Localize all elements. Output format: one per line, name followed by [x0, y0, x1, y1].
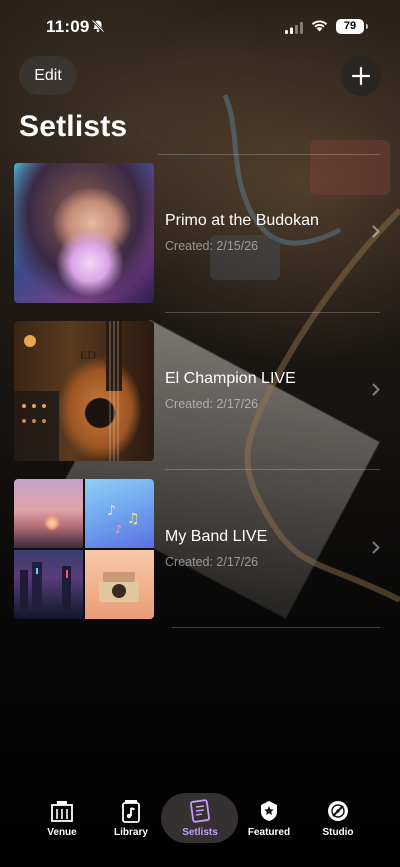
status-bar: 11:09 79 — [0, 0, 400, 50]
collage-tile-city-night — [14, 550, 83, 619]
divider — [165, 469, 380, 470]
svg-text:♪: ♪ — [115, 523, 122, 536]
divider — [165, 312, 380, 313]
tab-label: Library — [114, 827, 148, 838]
status-time: 11:09 — [46, 17, 90, 36]
setlist-row[interactable]: ♪ ♫ ♪ My Band LIVE Created: 2/17/26 — [14, 479, 386, 619]
tab-studio[interactable]: Studio — [303, 799, 373, 839]
chevron-right-icon — [372, 383, 380, 396]
setlist-row[interactable]: ED El Champion LIVE Created: 2/17/26 — [14, 321, 386, 461]
setlist-title: El Champion LIVE — [165, 370, 296, 387]
tab-label: Venue — [47, 827, 77, 838]
tab-library[interactable]: Library — [96, 799, 166, 839]
venue-building-icon — [51, 801, 73, 822]
setlists-document-icon — [190, 799, 210, 823]
tab-label: Studio — [322, 827, 354, 838]
collage-tile-sunset — [14, 479, 83, 548]
tab-setlists[interactable]: Setlists — [165, 799, 235, 839]
setlist-created: Created: 2/15/26 — [165, 239, 259, 253]
page-title: Setlists — [19, 110, 128, 143]
chevron-right-icon — [372, 541, 380, 554]
library-music-note-icon — [122, 800, 140, 823]
setlist-created: Created: 2/17/26 — [165, 397, 259, 411]
setlist-title: Primo at the Budokan — [165, 212, 319, 229]
battery-icon: 79 — [336, 19, 364, 34]
svg-text:ED: ED — [80, 348, 96, 362]
setlist-artwork-collage: ♪ ♫ ♪ — [14, 479, 154, 619]
setlist-artwork-image — [14, 163, 154, 303]
wifi-icon — [311, 19, 328, 37]
divider — [158, 154, 380, 155]
featured-star-badge-icon — [261, 801, 277, 821]
edit-button[interactable]: Edit — [19, 56, 77, 95]
tab-venue[interactable]: Venue — [27, 799, 97, 839]
studio-record-icon — [328, 801, 348, 821]
setlist-created: Created: 2/17/26 — [165, 555, 259, 569]
tab-label: Featured — [247, 827, 291, 838]
svg-text:♫: ♫ — [127, 511, 140, 527]
bell-slash-icon — [91, 19, 105, 38]
tab-bar: Venue Library Setlists Featured Studio — [0, 785, 400, 867]
tab-featured[interactable]: Featured — [234, 799, 304, 839]
battery-tip — [366, 24, 368, 29]
divider — [172, 627, 380, 628]
collage-tile-turntable — [85, 550, 154, 619]
setlist-artwork-image: ED — [14, 321, 154, 461]
add-setlist-button[interactable] — [341, 56, 381, 96]
collage-tile-music-notes: ♪ ♫ ♪ — [85, 479, 154, 548]
plus-icon — [351, 66, 371, 86]
cell-signal-icon — [285, 21, 303, 39]
svg-text:♪: ♪ — [107, 503, 116, 519]
tab-label: Setlists — [182, 827, 218, 838]
setlist-title: My Band LIVE — [165, 528, 268, 545]
setlist-row[interactable]: Primo at the Budokan Created: 2/15/26 — [14, 163, 386, 303]
chevron-right-icon — [372, 225, 380, 238]
